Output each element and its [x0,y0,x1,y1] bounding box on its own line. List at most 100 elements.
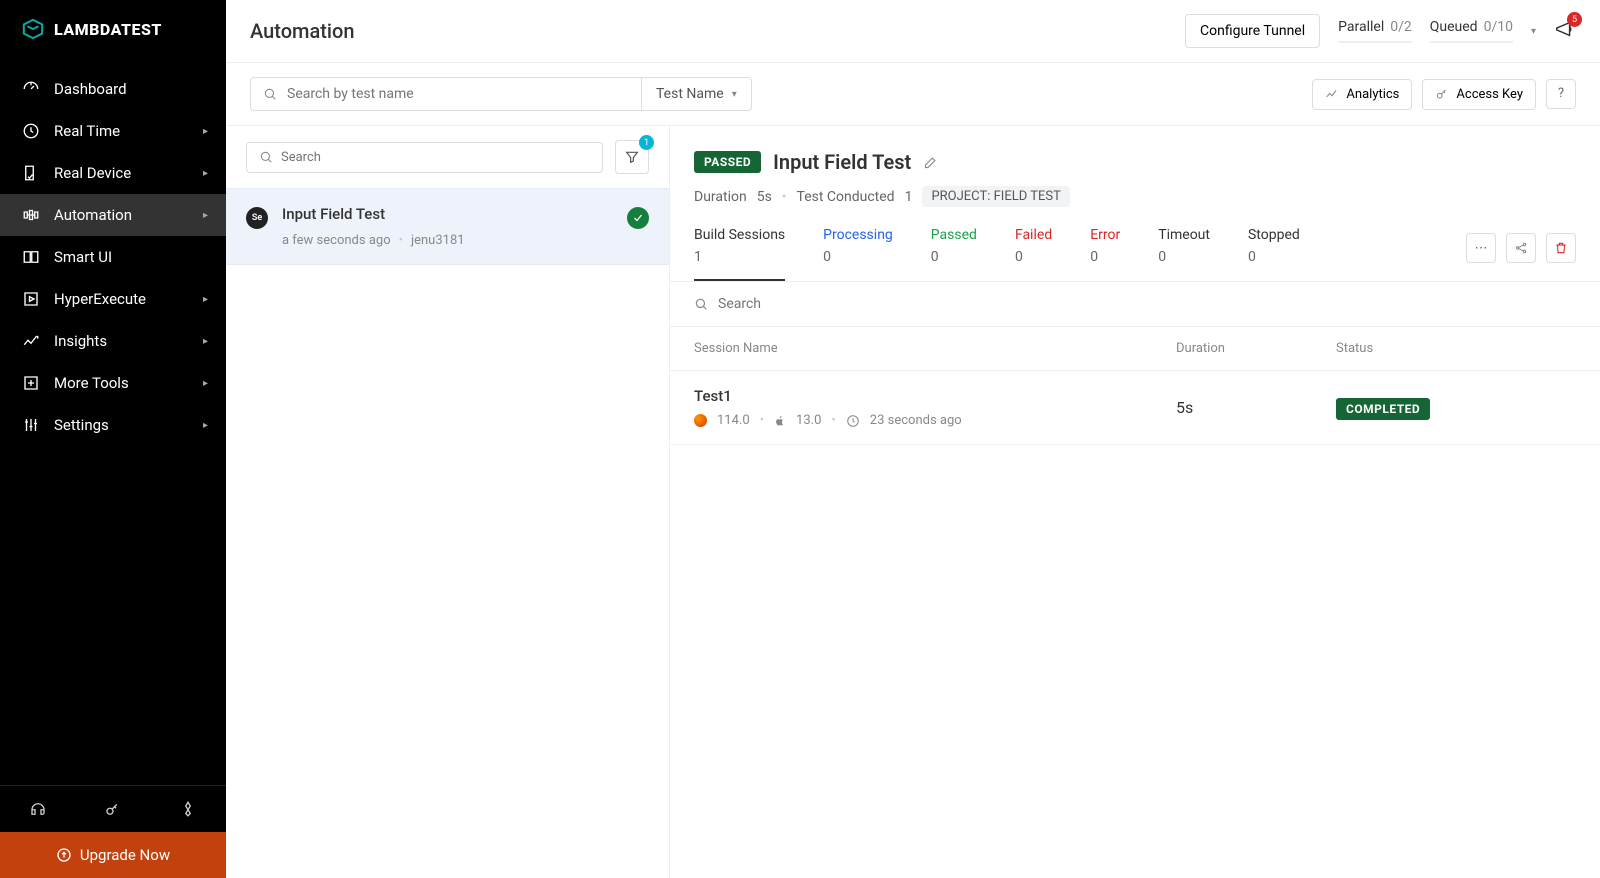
configure-tunnel-button[interactable]: Configure Tunnel [1185,14,1320,48]
plus-box-icon [22,374,40,392]
page-title: Automation [250,19,355,43]
list-header: 1 [226,126,669,188]
analytics-icon [1325,87,1339,101]
tab-failed[interactable]: Failed 0 [1015,227,1052,281]
brand-logo[interactable]: LAMBDATEST [0,0,226,58]
tab-count: 0 [1248,249,1300,265]
sidebar-item-automation[interactable]: Automation ▸ [0,194,226,236]
sidebar-item-label: Automation [54,206,132,224]
build-detail-pane: PASSED Input Field Test Duration 5s • Te… [670,126,1600,878]
chevron-right-icon: ▸ [203,210,208,221]
apple-icon [774,415,786,427]
tab-stopped[interactable]: Stopped 0 [1248,227,1300,281]
parallel-stat[interactable]: Parallel 0/2 [1338,19,1412,43]
notifications-button[interactable]: 5 [1554,18,1576,44]
list-search [246,142,603,173]
filter-button[interactable]: 1 [615,140,649,174]
build-list-item[interactable]: Se Input Field Test a few seconds ago • … [226,188,669,265]
detail-meta: Duration 5s • Test Conducted 1 PROJECT: … [670,186,1600,207]
sidebar-item-label: Settings [54,416,109,434]
tab-processing[interactable]: Processing 0 [823,227,893,281]
build-info: Input Field Test a few seconds ago • jen… [282,205,613,248]
more-button[interactable]: ⋯ [1466,233,1496,263]
tab-count: 1 [694,249,785,265]
gauge-icon [22,80,40,98]
search-icon [259,150,273,164]
sidebar-item-label: Dashboard [54,80,127,98]
help-button[interactable]: ? [1546,79,1576,109]
nav: Dashboard Real Time ▸ Real Device ▸ Auto… [0,58,226,785]
list-search-input[interactable] [281,150,590,165]
sidebar-item-more-tools[interactable]: More Tools ▸ [0,362,226,404]
key-button[interactable] [75,786,150,832]
upgrade-button[interactable]: Upgrade Now [0,832,226,878]
access-key-button[interactable]: Access Key [1422,79,1536,110]
tab-timeout[interactable]: Timeout 0 [1158,227,1210,281]
automation-icon [22,206,40,224]
tab-build[interactable]: Build Sessions 1 [694,227,785,281]
search-main [251,78,641,110]
build-name: Input Field Test [282,205,613,223]
sidebar-item-real-device[interactable]: Real Device ▸ [0,152,226,194]
analytics-button[interactable]: Analytics [1312,79,1412,110]
filter-icon [624,149,640,165]
tab-count: 0 [1158,249,1210,265]
tab-count: 0 [1015,249,1052,265]
analytics-label: Analytics [1346,87,1399,102]
session-row[interactable]: Test1 114.0 • 13.0 • 23 seconds ago 5s C… [670,371,1600,445]
sidebar-item-label: Real Time [54,122,120,140]
tab-count: 0 [823,249,893,265]
share-icon [1514,241,1528,255]
sidebar: LAMBDATEST Dashboard Real Time ▸ Real De… [0,0,226,878]
key-icon [1435,87,1449,101]
sidebar-bottom [0,785,226,832]
support-button[interactable] [0,786,75,832]
delete-button[interactable] [1546,233,1576,263]
sidebar-item-smart-ui[interactable]: Smart UI [0,236,226,278]
search-input[interactable] [287,86,629,102]
toolbar-right: Analytics Access Key ? [1312,79,1576,110]
chevron-right-icon: ▸ [203,294,208,305]
sidebar-item-label: HyperExecute [54,290,146,308]
filter-badge: 1 [639,135,654,150]
detail-title: Input Field Test [773,150,911,174]
topbar-right: Configure Tunnel Parallel 0/2 Queued 0/1… [1185,14,1576,48]
separator: • [760,413,764,428]
browser-version: 114.0 [717,413,750,428]
edit-icon[interactable] [923,155,938,170]
tab-passed[interactable]: Passed 0 [931,227,977,281]
chevron-down-icon[interactable]: ▾ [1531,26,1536,37]
sidebar-item-hyperexecute[interactable]: HyperExecute ▸ [0,278,226,320]
firefox-icon [694,414,707,427]
separator: • [831,413,835,428]
tab-error[interactable]: Error 0 [1090,227,1120,281]
clock-icon [22,122,40,140]
build-list-pane: 1 Se Input Field Test a few seconds ago … [226,126,670,878]
trend-icon [22,332,40,350]
tab-label: Error [1090,227,1120,243]
tab-count: 0 [1090,249,1120,265]
integrations-button[interactable] [151,786,226,832]
play-box-icon [22,290,40,308]
queued-stat[interactable]: Queued 0/10 [1430,19,1513,43]
sidebar-item-label: Smart UI [54,248,112,266]
duration-value: 5s [757,189,772,205]
sidebar-item-label: Insights [54,332,107,350]
conducted-label: Test Conducted [797,189,895,205]
tab-label: Failed [1015,227,1052,243]
session-search-input[interactable] [718,296,1576,312]
col-status: Status [1336,341,1576,356]
search-type-dropdown[interactable]: Test Name ▾ [641,78,751,110]
sidebar-item-insights[interactable]: Insights ▸ [0,320,226,362]
chevron-down-icon: ▾ [732,89,737,100]
sidebar-item-dashboard[interactable]: Dashboard [0,68,226,110]
project-chip: PROJECT: FIELD TEST [922,186,1069,207]
session-meta: 114.0 • 13.0 • 23 seconds ago [694,413,1176,428]
sidebar-item-real-time[interactable]: Real Time ▸ [0,110,226,152]
os-version: 13.0 [796,413,821,428]
sidebar-item-settings[interactable]: Settings ▸ [0,404,226,446]
upgrade-label: Upgrade Now [80,846,170,864]
col-duration: Duration [1176,341,1336,356]
share-button[interactable] [1506,233,1536,263]
status-pill-completed: COMPLETED [1336,398,1430,420]
